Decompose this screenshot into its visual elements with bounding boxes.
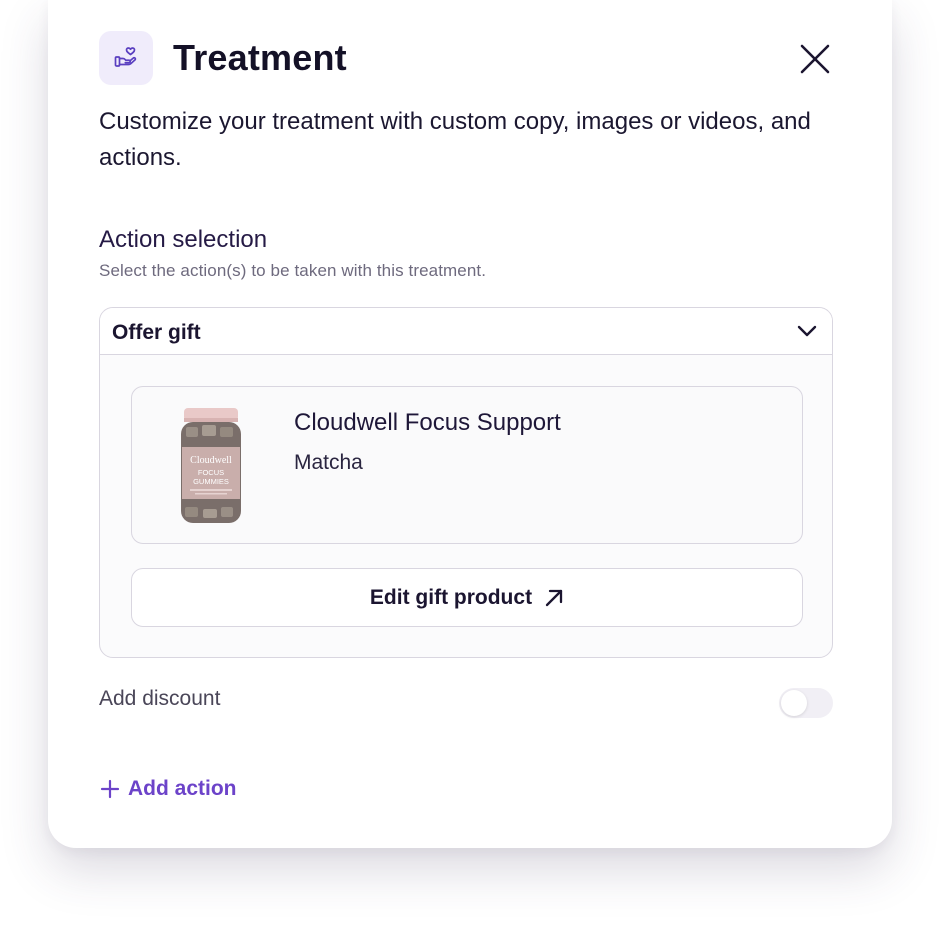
section-title: Action selection <box>99 226 268 253</box>
close-icon <box>800 44 830 74</box>
add-discount-toggle[interactable] <box>779 688 833 718</box>
action-select-value: Offer gift <box>112 321 201 344</box>
product-variant: Matcha <box>294 451 363 474</box>
product-image: Cloudwell FOCUS GUMMIES <box>181 408 241 523</box>
add-action-button[interactable]: Add action <box>100 777 237 801</box>
gift-hand-icon <box>99 31 153 85</box>
gift-product-card: Cloudwell FOCUS GUMMIES Cloudwell Focus … <box>131 386 803 544</box>
arrow-up-right-icon <box>544 588 564 608</box>
plus-icon <box>100 779 120 799</box>
panel-title: Treatment <box>173 37 347 78</box>
close-button[interactable] <box>796 40 834 78</box>
product-name: Cloudwell Focus Support <box>294 409 561 436</box>
product-image-line2: GUMMIES <box>193 477 229 486</box>
product-image-line1: FOCUS <box>198 468 224 477</box>
product-image-brand: Cloudwell <box>190 455 232 466</box>
add-discount-label: Add discount <box>99 687 221 710</box>
chevron-down-icon <box>797 325 817 337</box>
toggle-knob <box>781 690 807 716</box>
panel-description: Customize your treatment with custom cop… <box>99 108 811 171</box>
treatment-panel: Treatment Customize your treatment with … <box>48 0 892 848</box>
edit-gift-product-button[interactable]: Edit gift product <box>131 568 803 627</box>
add-action-label: Add action <box>128 777 237 800</box>
edit-gift-product-label: Edit gift product <box>369 585 533 609</box>
panel-header: Treatment <box>99 31 347 85</box>
action-select[interactable]: Offer gift <box>100 308 832 355</box>
section-subtitle: Select the action(s) to be taken with th… <box>99 261 487 280</box>
action-accordion: Offer gift Cloudwell FOCUS GUMMIES Cloud… <box>99 307 833 658</box>
